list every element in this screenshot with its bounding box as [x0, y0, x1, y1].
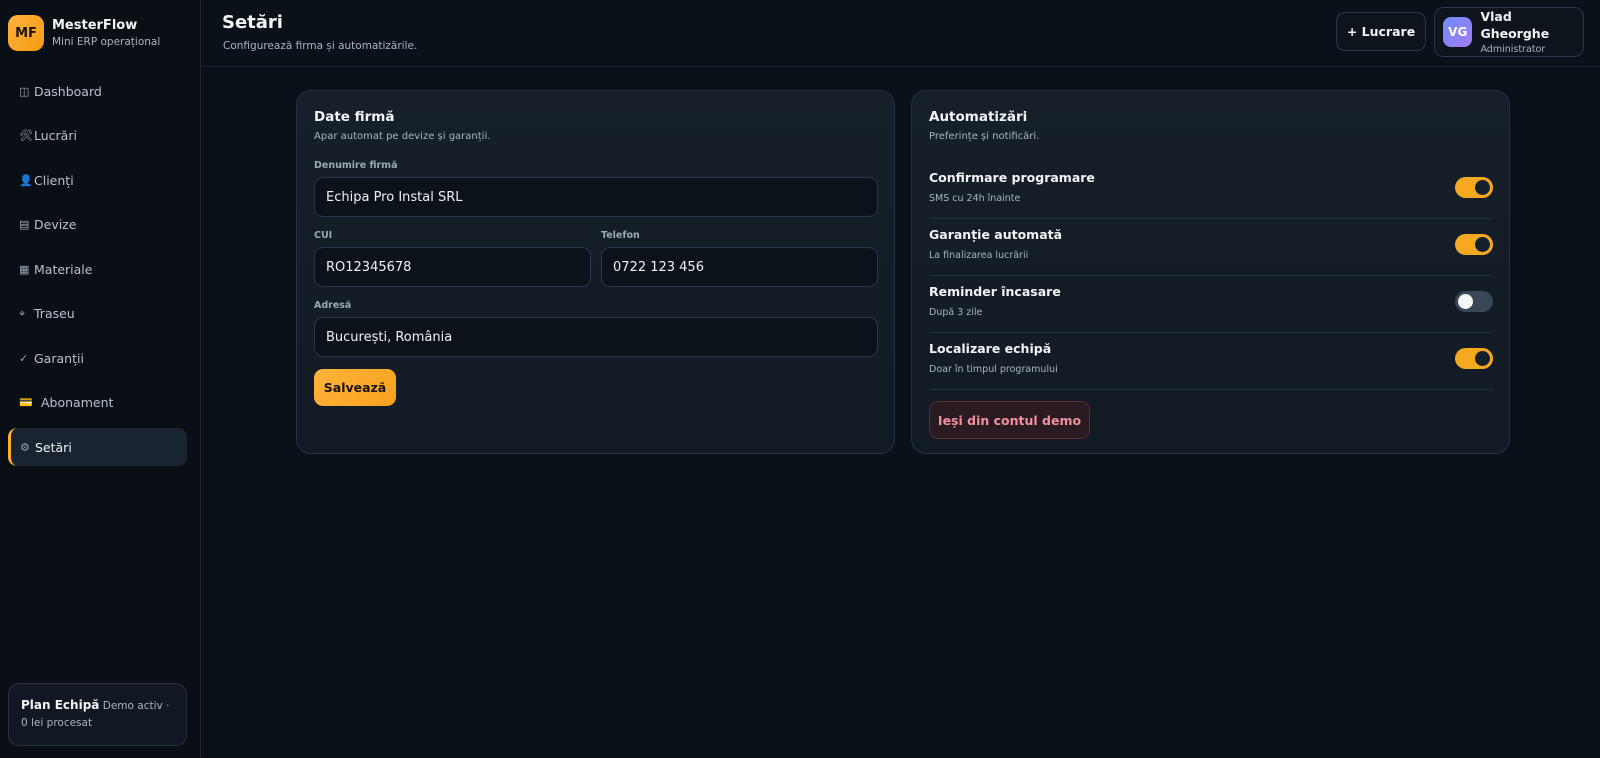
gear-icon: ⚙ [20, 440, 30, 454]
sidebar-item-label: Setări [35, 439, 72, 455]
automation-title: Localizare echipă [929, 341, 1052, 356]
localizare-echipa-toggle[interactable] [1455, 348, 1493, 369]
toggle-knob [1475, 351, 1490, 366]
page-subtitle: Configurează firma și automatizările. [223, 40, 418, 52]
user-name: Vlad Gheorghe [1480, 8, 1550, 41]
plan-card: Plan Echipă Demo activ · 0 lei procesat [8, 683, 187, 746]
sidebar-item-label: Abonament [41, 395, 114, 410]
sidebar-item-garantii[interactable]: ✓ Garanții [8, 339, 187, 377]
save-button[interactable]: Salvează [314, 369, 396, 406]
sidebar-item-label: Lucrări [34, 128, 77, 143]
phone-field[interactable] [601, 247, 878, 287]
plan-name: Plan Echipă [21, 698, 100, 712]
sidebar: MF MesterFlow Mini ERP operațional ◫ Das… [0, 0, 201, 758]
automation-title: Reminder încasare [929, 284, 1061, 299]
automations-card: Automatizări Preferințe și notificări. C… [911, 90, 1510, 454]
sidebar-item-label: Garanții [34, 350, 84, 366]
sidebar-item-label: Clienți [34, 172, 74, 188]
company-name-field[interactable] [314, 177, 878, 217]
sidebar-item-setari[interactable]: ⚙ Setări [8, 428, 187, 466]
automations-card-subtitle: Preferințe și notificări. [929, 131, 1040, 142]
page-title: Setări [222, 12, 283, 33]
brand[interactable]: MF MesterFlow Mini ERP operațional [8, 15, 160, 51]
sidebar-item-materiale[interactable]: ▦ Materiale [8, 250, 187, 288]
sidebar-item-clienti[interactable]: 👤 Clienți [8, 161, 187, 199]
sidebar-item-label: Dashboard [34, 83, 102, 99]
user-menu[interactable]: VG Vlad Gheorghe Administrator [1434, 7, 1584, 57]
grid-icon: ▦ [19, 262, 30, 276]
sidebar-item-label: Traseu [34, 306, 75, 321]
automation-title: Garanție automată [929, 227, 1063, 242]
exit-demo-button[interactable]: Ieși din contul demo [929, 401, 1090, 439]
automation-subtitle: La finalizarea lucrării [929, 250, 1029, 261]
toggle-knob [1475, 180, 1490, 195]
sidebar-item-lucrari[interactable]: 🛠 Lucrări [8, 117, 187, 155]
phone-label: Telefon [601, 230, 640, 241]
company-card-title: Date firmă [314, 109, 395, 125]
company-card-subtitle: Apar automat pe devize și garanții. [314, 131, 491, 142]
document-icon: ▤ [19, 218, 30, 231]
sidebar-item-label: Materiale [34, 261, 93, 277]
company-name-label: Denumire firmă [314, 160, 398, 171]
cui-field[interactable] [314, 247, 591, 287]
brand-logo: MF [8, 15, 44, 51]
sidebar-item-devize[interactable]: ▤ Devize [8, 206, 187, 244]
dashboard-icon: ◫ [19, 84, 30, 98]
user-icon: 👤 [19, 173, 33, 187]
garantie-automata-toggle[interactable] [1455, 234, 1493, 255]
automation-row: Localizare echipă Doar în timpul program… [929, 333, 1493, 390]
automation-subtitle: Doar în timpul programului [929, 364, 1058, 375]
credit-card-icon: 💳 [19, 396, 33, 409]
company-card: Date firmă Apar automat pe devize și gar… [296, 90, 895, 454]
brand-name: MesterFlow [52, 17, 138, 33]
sidebar-item-traseu[interactable]: ⌖ Traseu [8, 295, 187, 333]
address-label: Adresă [314, 300, 352, 311]
route-icon: ⌖ [19, 306, 26, 320]
cui-label: CUI [314, 230, 333, 241]
brand-subtitle: Mini ERP operațional [52, 35, 161, 48]
automation-row: Reminder încasare După 3 zile [929, 276, 1493, 333]
sidebar-item-abonament[interactable]: 💳 Abonament [8, 384, 187, 422]
tools-icon: 🛠 [19, 129, 33, 142]
check-icon: ✓ [19, 351, 29, 365]
page-header: Setări Configurează firma și automatizăr… [202, 0, 1600, 67]
automation-row: Garanție automată La finalizarea lucrări… [929, 219, 1493, 276]
toggle-knob [1458, 294, 1473, 309]
new-lucrare-button[interactable]: + Lucrare [1336, 12, 1426, 51]
automation-subtitle: După 3 zile [929, 307, 983, 318]
address-field[interactable] [314, 317, 878, 357]
sidebar-item-label: Devize [34, 217, 77, 232]
automation-row: Confirmare programare SMS cu 24h înainte [929, 162, 1493, 219]
automations-card-title: Automatizări [929, 109, 1028, 125]
confirmare-programare-toggle[interactable] [1455, 177, 1493, 198]
sidebar-item-dashboard[interactable]: ◫ Dashboard [8, 72, 187, 110]
automation-subtitle: SMS cu 24h înainte [929, 193, 1021, 204]
reminder-incasare-toggle[interactable] [1455, 291, 1493, 312]
avatar: VG [1443, 17, 1473, 47]
user-role: Administrator [1480, 43, 1546, 55]
toggle-knob [1475, 237, 1490, 252]
sidebar-nav: ◫ Dashboard 🛠 Lucrări 👤 Clienți ▤ Devize… [8, 72, 187, 473]
automation-title: Confirmare programare [929, 170, 1095, 185]
